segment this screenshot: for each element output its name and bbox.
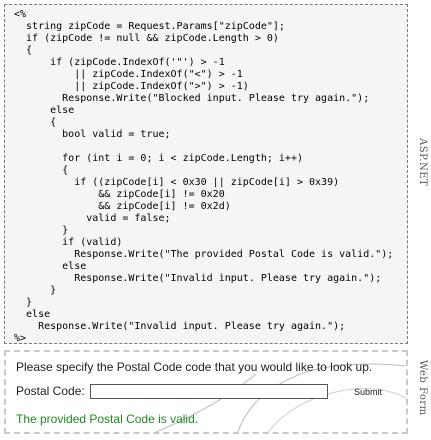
web-form-panel: Please specify the Postal Code code that… [4, 350, 408, 434]
validation-result: The provided Postal Code is valid. [16, 412, 199, 426]
server-code: <% string zipCode = Request.Params["zipC… [14, 9, 394, 344]
server-code-panel: <% string zipCode = Request.Params["zipC… [4, 4, 408, 344]
web-form-label: Web Form [417, 360, 428, 416]
postal-code-input[interactable] [90, 384, 328, 399]
postal-code-label: Postal Code: [16, 384, 85, 398]
form-prompt: Please specify the Postal Code code that… [16, 360, 373, 374]
asp-net-label: ASP.NET [417, 138, 428, 187]
submit-button[interactable]: Submit [342, 385, 394, 400]
